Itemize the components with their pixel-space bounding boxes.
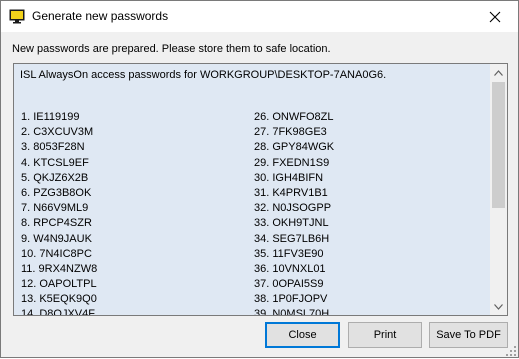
close-button[interactable]: Close — [265, 322, 340, 348]
password-row: 12. OAPOLTPL — [21, 278, 97, 291]
password-row: 36. 10VNXL01 — [254, 262, 326, 275]
passwords-textbox[interactable]: ISL AlwaysOn access passwords for WORKGR… — [13, 63, 508, 316]
password-row: 11. 9RX4NZW8 — [21, 262, 98, 275]
password-row: 31. K4PRV1B1 — [254, 186, 328, 199]
vertical-scrollbar[interactable] — [490, 64, 507, 315]
scroll-thumb[interactable] — [492, 82, 505, 208]
arrow-down-icon[interactable] — [490, 298, 507, 315]
password-row: 37. 0OPAI5S9 — [254, 278, 324, 291]
arrow-up-icon[interactable] — [490, 64, 507, 81]
resize-grip-icon[interactable] — [506, 345, 516, 356]
password-row: 32. N0JSOGPP — [254, 202, 332, 215]
password-row: 9. W4N9JAUK — [21, 232, 92, 245]
password-row: 5. QKJZ6X2B — [21, 171, 89, 184]
password-row: 4. KTCSL9EF — [21, 156, 89, 169]
dialog-window: Generate new passwords New passwords are… — [0, 0, 519, 358]
status-message: New passwords are prepared. Please store… — [12, 43, 331, 55]
password-row: 29. FXEDN1S9 — [254, 156, 330, 169]
monitor-icon — [9, 9, 25, 24]
password-row: 27. 7FK98GE3 — [254, 126, 327, 139]
window-title: Generate new passwords — [32, 9, 169, 23]
print-button[interactable]: Print — [348, 322, 422, 348]
password-row: 30. IGH4BIFN — [254, 171, 324, 184]
password-row: 39. N0MSL70H — [254, 308, 330, 316]
password-row: 28. GPY84WGK — [254, 141, 335, 154]
password-row: 13. K5EQK9Q0 — [21, 293, 97, 306]
password-row: 34. SEG7LB6H — [254, 232, 330, 245]
close-icon[interactable] — [472, 1, 518, 32]
password-row: 6. PZG3B8OK — [21, 186, 92, 199]
password-row: 14. D8QJXV4F — [21, 308, 95, 316]
password-row: 1. IE119199 — [21, 111, 80, 123]
password-row: 38. 1P0FJOPV — [254, 293, 328, 306]
password-row: 26. ONWFO8ZL — [254, 111, 334, 123]
save-to-pdf-button[interactable]: Save To PDF — [429, 322, 508, 348]
passwords-header: ISL AlwaysOn access passwords for WORKGR… — [20, 69, 387, 81]
password-row: 10. 7N4IC8PC — [21, 247, 92, 260]
title-bar[interactable]: Generate new passwords — [1, 1, 518, 32]
password-row: 7. N66V9ML9 — [21, 202, 89, 215]
password-row: 3. 8053F28N — [21, 141, 85, 154]
password-row: 8. RPCP4SZR — [21, 217, 92, 230]
password-row: 2. C3XCUV3M — [21, 126, 94, 139]
passwords-column-left: 1. IE119199 2. C3XCUV3M 3. 8053F28N 4. K… — [21, 110, 98, 316]
password-row: 33. OKH9TJNL — [254, 217, 329, 230]
password-row: 35. 11FV3E90 — [254, 247, 324, 260]
passwords-column-right: 26. ONWFO8ZL 27. 7FK98GE3 28. GPY84WGK 2… — [254, 110, 335, 316]
